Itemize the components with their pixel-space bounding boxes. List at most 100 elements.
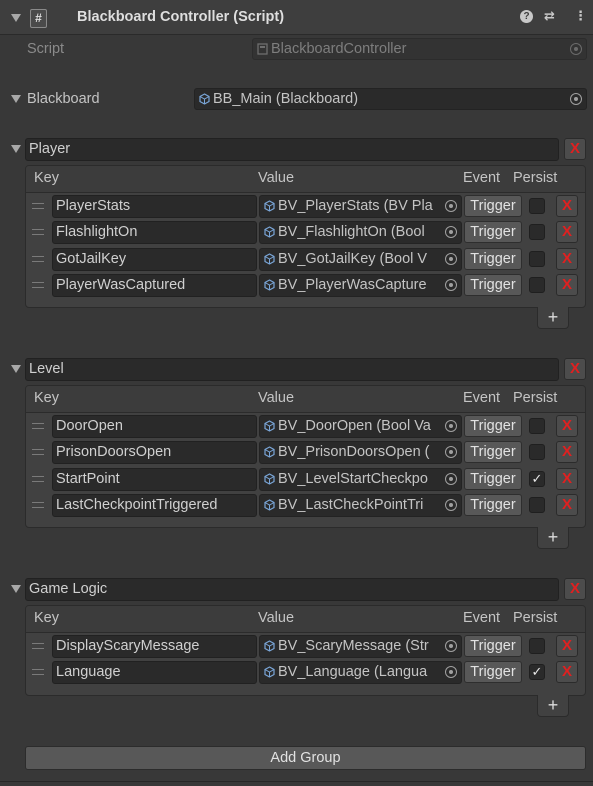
row-value-field[interactable]: BV_PlayerWasCapture xyxy=(259,274,462,297)
row-value-field[interactable]: BV_GotJailKey (Bool V xyxy=(259,248,462,271)
persist-checkbox[interactable] xyxy=(529,497,545,513)
trigger-button[interactable]: Trigger xyxy=(464,195,522,217)
remove-row-button[interactable]: X xyxy=(556,415,578,437)
add-row-button[interactable]: + xyxy=(537,695,569,717)
persist-checkbox[interactable] xyxy=(529,251,545,267)
row-value-field[interactable]: BV_LevelStartCheckpo xyxy=(259,468,462,491)
trigger-button[interactable]: Trigger xyxy=(464,248,522,270)
remove-row-button[interactable]: X xyxy=(556,661,578,683)
kebab-menu-icon[interactable]: ⋮ xyxy=(574,8,587,24)
row-key-field[interactable]: DisplayScaryMessage xyxy=(52,635,257,658)
trigger-button[interactable]: Trigger xyxy=(464,441,522,463)
persist-checkbox[interactable] xyxy=(529,444,545,460)
row-key-field[interactable]: PrisonDoorsOpen xyxy=(52,441,257,464)
row-key-field[interactable]: DoorOpen xyxy=(52,415,257,438)
object-picker-icon[interactable] xyxy=(570,93,582,105)
help-icon[interactable]: ? xyxy=(520,10,533,23)
row-key-field[interactable]: LastCheckpointTriggered xyxy=(52,494,257,517)
scriptable-object-icon xyxy=(264,640,275,652)
group-foldout-arrow-icon[interactable] xyxy=(11,365,21,373)
remove-row-button[interactable]: X xyxy=(556,221,578,243)
trigger-button[interactable]: Trigger xyxy=(464,221,522,243)
row-value-field[interactable]: BV_LastCheckPointTri xyxy=(259,494,462,517)
remove-group-button[interactable]: X xyxy=(564,358,586,380)
row-drag-handle-icon[interactable] xyxy=(32,643,44,649)
blackboard-foldout-arrow-icon[interactable] xyxy=(11,95,21,103)
group-name-field[interactable]: Level xyxy=(25,358,559,381)
row-drag-handle-icon[interactable] xyxy=(32,256,44,262)
blackboard-field[interactable]: BB_Main (Blackboard) xyxy=(194,88,587,110)
object-picker-icon[interactable] xyxy=(445,499,457,511)
row-value-field[interactable]: BV_PlayerStats (BV Pla xyxy=(259,195,462,218)
object-picker-icon[interactable] xyxy=(445,279,457,291)
row-drag-handle-icon[interactable] xyxy=(32,669,44,675)
row-value-text: BV_Language (Langua xyxy=(278,664,428,680)
row-value-text: BV_PlayerStats (BV Pla xyxy=(278,198,433,214)
object-picker-icon[interactable] xyxy=(445,420,457,432)
row-value-field[interactable]: BV_Language (Langua xyxy=(259,661,462,684)
trigger-button[interactable]: Trigger xyxy=(464,468,522,490)
remove-row-button[interactable]: X xyxy=(556,494,578,516)
row-value-field[interactable]: BV_DoorOpen (Bool Va xyxy=(259,415,462,438)
persist-checkbox[interactable] xyxy=(529,224,545,240)
column-header-key: Key xyxy=(34,390,59,406)
list-header: Key Value Event Persist xyxy=(26,606,585,633)
row-value-field[interactable]: BV_FlashlightOn (Bool xyxy=(259,221,462,244)
component-foldout-arrow-icon[interactable] xyxy=(11,14,21,22)
group-name-field[interactable]: Player xyxy=(25,138,559,161)
group-foldout-arrow-icon[interactable] xyxy=(11,145,21,153)
remove-row-button[interactable]: X xyxy=(556,195,578,217)
trigger-button[interactable]: Trigger xyxy=(464,661,522,683)
object-picker-icon[interactable] xyxy=(445,473,457,485)
row-drag-handle-icon[interactable] xyxy=(32,282,44,288)
row-drag-handle-icon[interactable] xyxy=(32,449,44,455)
object-picker-icon[interactable] xyxy=(445,666,457,678)
row-value-field[interactable]: BV_ScaryMessage (Str xyxy=(259,635,462,658)
object-picker-icon[interactable] xyxy=(445,253,457,265)
row-drag-handle-icon[interactable] xyxy=(32,229,44,235)
remove-row-button[interactable]: X xyxy=(556,468,578,490)
row-drag-handle-icon[interactable] xyxy=(32,502,44,508)
row-drag-handle-icon[interactable] xyxy=(32,476,44,482)
add-group-button[interactable]: Add Group xyxy=(25,746,586,770)
remove-row-button[interactable]: X xyxy=(556,441,578,463)
row-key-field[interactable]: FlashlightOn xyxy=(52,221,257,244)
object-picker-icon[interactable] xyxy=(445,200,457,212)
persist-checkbox[interactable] xyxy=(529,418,545,434)
persist-checkbox[interactable] xyxy=(529,638,545,654)
persist-checkbox[interactable]: ✓ xyxy=(529,664,545,680)
remove-row-button[interactable]: X xyxy=(556,635,578,657)
object-picker-icon[interactable] xyxy=(445,446,457,458)
scriptable-object-icon xyxy=(264,499,275,511)
object-picker-icon[interactable] xyxy=(445,640,457,652)
group-name-field[interactable]: Game Logic xyxy=(25,578,559,601)
group-foldout-arrow-icon[interactable] xyxy=(11,585,21,593)
object-picker-icon[interactable] xyxy=(445,226,457,238)
remove-row-button[interactable]: X xyxy=(556,274,578,296)
trigger-button[interactable]: Trigger xyxy=(464,494,522,516)
row-key-field[interactable]: Language xyxy=(52,661,257,684)
row-key-field[interactable]: PlayerWasCaptured xyxy=(52,274,257,297)
row-value-field[interactable]: BV_PrisonDoorsOpen ( xyxy=(259,441,462,464)
row-key-field[interactable]: StartPoint xyxy=(52,468,257,491)
persist-checkbox[interactable] xyxy=(529,277,545,293)
trigger-button[interactable]: Trigger xyxy=(464,415,522,437)
preset-icon[interactable]: ⇄ xyxy=(544,8,555,24)
add-row-button[interactable]: + xyxy=(537,307,569,329)
row-drag-handle-icon[interactable] xyxy=(32,423,44,429)
add-row-button[interactable]: + xyxy=(537,527,569,549)
row-value-text: BV_DoorOpen (Bool Va xyxy=(278,418,431,434)
trigger-button[interactable]: Trigger xyxy=(464,274,522,296)
persist-checkbox[interactable] xyxy=(529,198,545,214)
column-header-persist: Persist xyxy=(513,390,558,406)
row-drag-handle-icon[interactable] xyxy=(32,203,44,209)
script-label: Script xyxy=(27,41,65,57)
remove-group-button[interactable]: X xyxy=(564,578,586,600)
remove-row-button[interactable]: X xyxy=(556,248,578,270)
persist-checkbox[interactable]: ✓ xyxy=(529,471,545,487)
row-key-field[interactable]: PlayerStats xyxy=(52,195,257,218)
trigger-button[interactable]: Trigger xyxy=(464,635,522,657)
scriptable-object-icon xyxy=(199,93,210,105)
remove-group-button[interactable]: X xyxy=(564,138,586,160)
row-key-field[interactable]: GotJailKey xyxy=(52,248,257,271)
